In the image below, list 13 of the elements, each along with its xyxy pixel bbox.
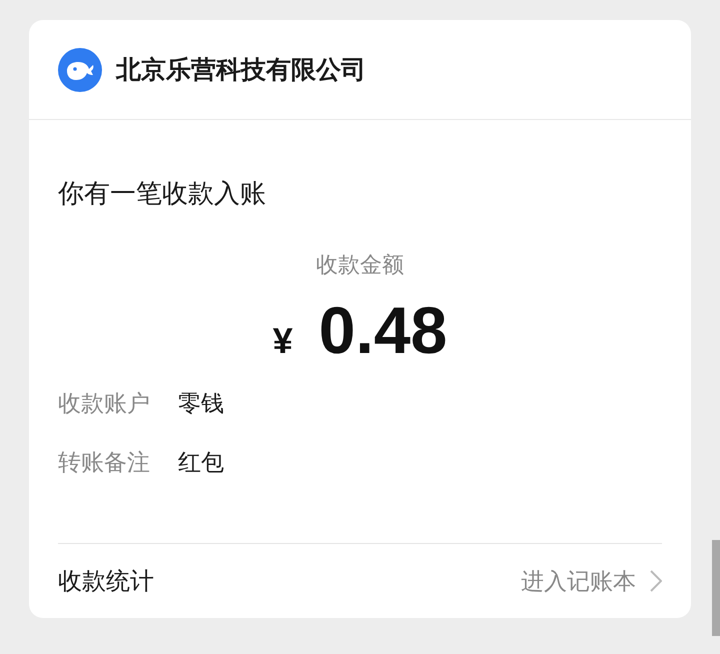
amount-value: 0.48	[318, 292, 448, 369]
detail-value: 零钱	[178, 390, 224, 419]
stats-label: 收款统计	[58, 566, 154, 597]
message-title: 你有一笔收款入账	[58, 178, 267, 211]
chevron-right-icon	[650, 570, 662, 592]
currency-symbol: ¥	[272, 320, 293, 362]
detail-value: 红包	[178, 449, 224, 478]
detail-label: 收款账户	[58, 390, 150, 419]
scrollbar[interactable]	[712, 540, 720, 636]
company-name: 北京乐营科技有限公司	[116, 54, 366, 86]
ledger-link[interactable]: 进入记账本	[521, 566, 662, 596]
amount-label: 收款金额	[316, 252, 404, 280]
detail-label: 转账备注	[58, 449, 150, 478]
